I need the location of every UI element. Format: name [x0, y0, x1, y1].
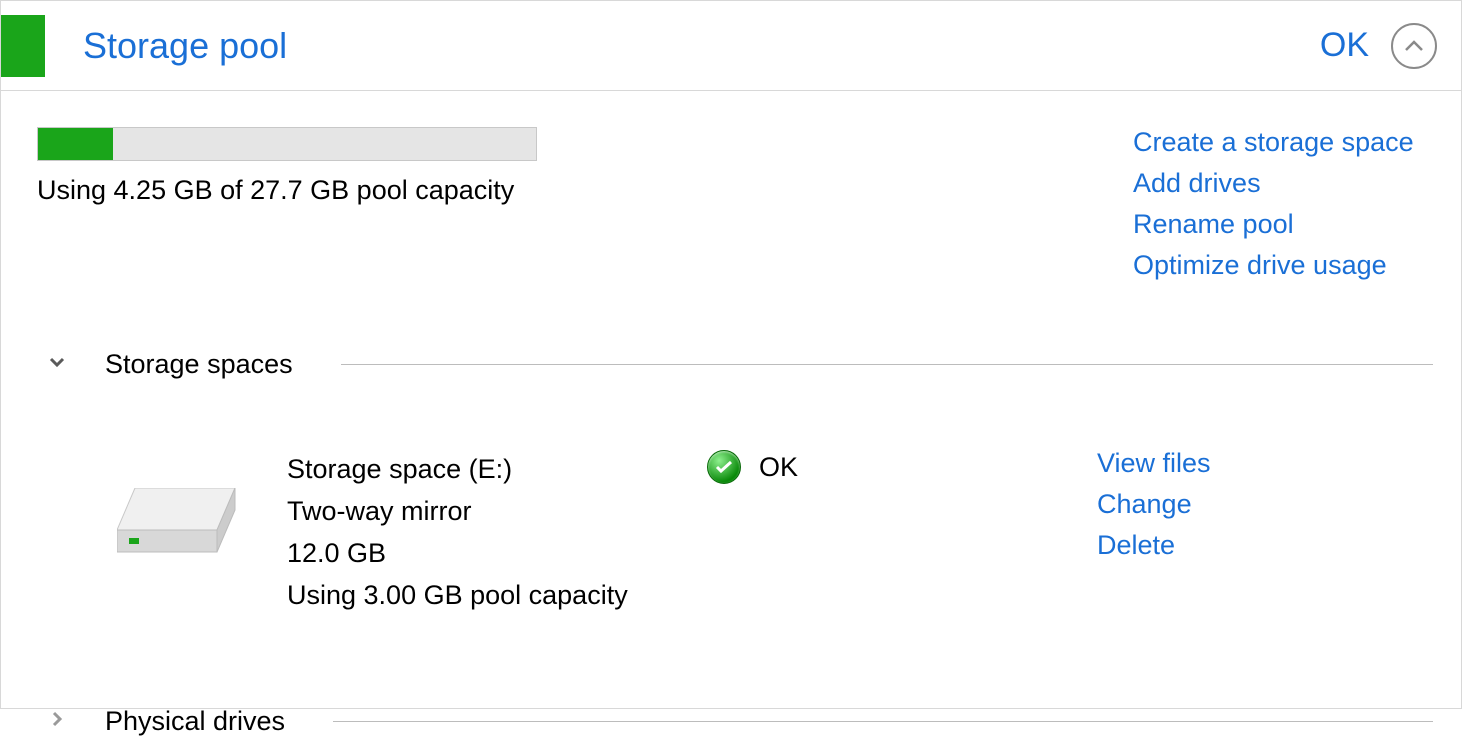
chevron-down-icon — [47, 351, 67, 379]
delete-space-link[interactable]: Delete — [1097, 530, 1211, 561]
storage-space-row: Storage space (E:) Two-way mirror 12.0 G… — [37, 448, 1433, 616]
physical-drives-section-header: Physical drives — [37, 706, 1433, 737]
pool-actions: Create a storage space Add drives Rename… — [1133, 127, 1433, 281]
capacity-progress-fill — [38, 128, 113, 160]
storage-space-name: Storage space (E:) — [287, 448, 707, 490]
create-storage-space-link[interactable]: Create a storage space — [1133, 127, 1433, 158]
optimize-drive-usage-link[interactable]: Optimize drive usage — [1133, 250, 1433, 281]
physical-drives-toggle[interactable] — [37, 708, 77, 736]
chevron-right-icon — [47, 708, 67, 736]
rename-pool-link[interactable]: Rename pool — [1133, 209, 1433, 240]
storage-space-status: OK — [707, 448, 1097, 484]
add-drives-link[interactable]: Add drives — [1133, 168, 1433, 199]
storage-space-info: Storage space (E:) Two-way mirror 12.0 G… — [287, 448, 707, 616]
pool-health-indicator — [1, 15, 45, 77]
usage-block: Using 4.25 GB of 27.7 GB pool capacity — [37, 127, 1133, 206]
chevron-up-icon — [1404, 32, 1424, 60]
change-space-link[interactable]: Change — [1097, 489, 1211, 520]
pool-header: Storage pool OK — [1, 1, 1461, 91]
physical-drives-title: Physical drives — [105, 706, 305, 737]
storage-spaces-title: Storage spaces — [105, 349, 313, 380]
storage-space-actions: View files Change Delete — [1097, 448, 1211, 561]
section-divider — [333, 721, 1433, 722]
storage-spaces-section-header: Storage spaces — [37, 349, 1433, 380]
storage-spaces-toggle[interactable] — [37, 351, 77, 379]
capacity-usage-text: Using 4.25 GB of 27.7 GB pool capacity — [37, 175, 1133, 206]
storage-space-pool-usage: Using 3.00 GB pool capacity — [287, 574, 707, 616]
pool-title: Storage pool — [83, 25, 1320, 67]
capacity-progress-bar — [37, 127, 537, 161]
storage-space-status-text: OK — [759, 452, 798, 483]
pool-status-text: OK — [1320, 26, 1369, 65]
drive-icon — [117, 448, 287, 558]
collapse-pool-button[interactable] — [1391, 23, 1437, 69]
ok-check-icon — [707, 450, 741, 484]
section-divider — [341, 364, 1433, 365]
view-files-link[interactable]: View files — [1097, 448, 1211, 479]
storage-space-type: Two-way mirror — [287, 490, 707, 532]
pool-summary-row: Using 4.25 GB of 27.7 GB pool capacity C… — [37, 127, 1433, 281]
storage-space-size: 12.0 GB — [287, 532, 707, 574]
